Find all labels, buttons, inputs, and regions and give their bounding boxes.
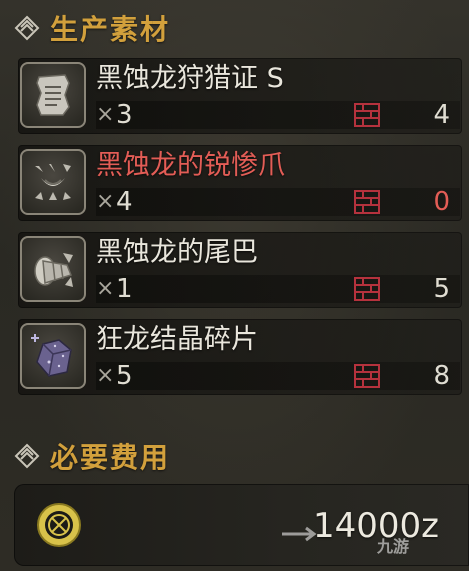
diamond-icon [14, 443, 40, 469]
crystal-icon [20, 323, 86, 389]
required-quantity: 3 [116, 100, 133, 130]
required-quantity: 5 [116, 361, 133, 391]
times-mark: × [96, 276, 115, 301]
quantity-line: × 5 8 [96, 362, 460, 390]
owned-quantity: 5 [433, 274, 450, 304]
tail-icon [20, 236, 86, 302]
watermark: 九游 [376, 537, 409, 556]
storage-box-icon [354, 277, 380, 301]
quantity-line: × 1 5 [96, 275, 460, 303]
ticket-icon [20, 62, 86, 128]
diamond-icon [14, 15, 40, 41]
material-row[interactable]: 黑蚀龙的尾巴 × 1 5 [18, 232, 462, 308]
material-row[interactable]: 狂龙结晶碎片 × 5 8 [18, 319, 462, 395]
required-quantity: 1 [116, 274, 133, 304]
times-mark: × [96, 102, 115, 127]
owned-quantity: 8 [433, 361, 450, 391]
times-mark: × [96, 189, 115, 214]
material-name: 狂龙结晶碎片 [96, 324, 258, 355]
required-quantity: 4 [116, 187, 133, 217]
materials-title: 生产素材 [50, 13, 171, 46]
times-mark: × [96, 363, 115, 388]
quantity-line: × 3 4 [96, 101, 460, 129]
material-row[interactable]: 黑蚀龙狩猎证 S × 3 4 [18, 58, 462, 134]
cost-amount: 14000z [312, 506, 439, 546]
owned-quantity: 4 [433, 100, 450, 130]
owned-quantity: 0 [433, 187, 450, 217]
storage-box-icon [354, 190, 380, 214]
claw-icon [20, 149, 86, 215]
material-name: 黑蚀龙的锐惨爪 [96, 150, 285, 181]
material-row[interactable]: 黑蚀龙的锐惨爪 × 4 0 [18, 145, 462, 221]
storage-box-icon [354, 364, 380, 388]
storage-box-icon [354, 103, 380, 127]
materials-section-header: 生产素材 [14, 8, 170, 48]
zenny-coin-icon [37, 503, 81, 547]
cost-section-header: 必要费用 [14, 436, 170, 476]
watermark-arrow-icon [282, 526, 317, 542]
material-name: 黑蚀龙狩猎证 S [96, 63, 284, 94]
material-name: 黑蚀龙的尾巴 [96, 237, 258, 268]
quantity-line: × 4 0 [96, 188, 460, 216]
cost-title: 必要费用 [50, 441, 171, 474]
